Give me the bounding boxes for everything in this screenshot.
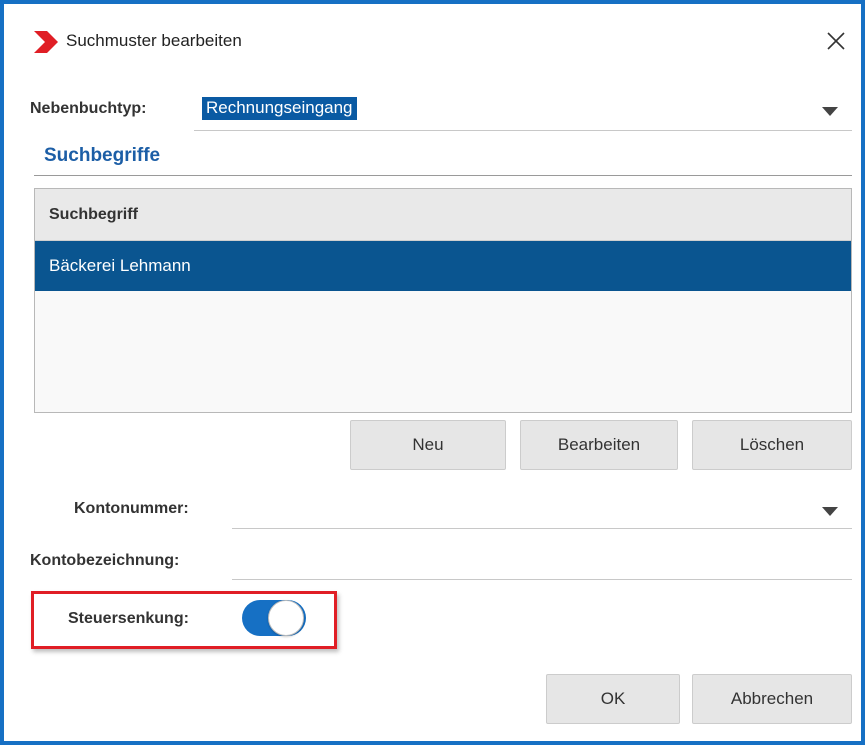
- table-header: Suchbegriff: [35, 189, 851, 241]
- nebenbuchtyp-select[interactable]: Rechnungseingang: [194, 89, 852, 131]
- nebenbuchtyp-label: Nebenbuchtyp:: [30, 100, 147, 117]
- steuersenkung-label: Steuersenkung:: [68, 610, 189, 627]
- chevron-down-icon[interactable]: [822, 104, 838, 116]
- app-logo-icon: [34, 31, 58, 53]
- cancel-button[interactable]: Abbrechen: [692, 674, 852, 724]
- chevron-down-icon[interactable]: [822, 504, 838, 516]
- close-icon[interactable]: [819, 24, 853, 58]
- kontobezeichnung-input[interactable]: [232, 534, 852, 580]
- dialog-title: Suchmuster bearbeiten: [66, 31, 242, 50]
- ok-button[interactable]: OK: [546, 674, 680, 724]
- table-cell: Bäckerei Lehmann: [49, 256, 191, 275]
- delete-button[interactable]: Löschen: [692, 420, 852, 470]
- edit-button[interactable]: Bearbeiten: [520, 420, 678, 470]
- nebenbuchtyp-value: Rechnungseingang: [202, 97, 357, 120]
- table-row[interactable]: Bäckerei Lehmann: [35, 241, 851, 291]
- toggle-knob: [268, 600, 304, 636]
- kontonummer-select[interactable]: [232, 483, 852, 529]
- suchbegriff-table: Suchbegriff Bäckerei Lehmann: [34, 188, 852, 413]
- dialog-window: Suchmuster bearbeiten Nebenbuchtyp: Rech…: [0, 0, 865, 745]
- column-header-suchbegriff: Suchbegriff: [49, 205, 138, 223]
- kontobezeichnung-label: Kontobezeichnung:: [30, 552, 180, 569]
- new-button[interactable]: Neu: [350, 420, 506, 470]
- title-bar: Suchmuster bearbeiten: [4, 4, 861, 66]
- section-divider: [34, 175, 852, 176]
- section-title-suchbegriffe: Suchbegriffe: [44, 145, 161, 166]
- kontonummer-label: Kontonummer:: [74, 500, 189, 517]
- steuersenkung-toggle[interactable]: [242, 600, 306, 636]
